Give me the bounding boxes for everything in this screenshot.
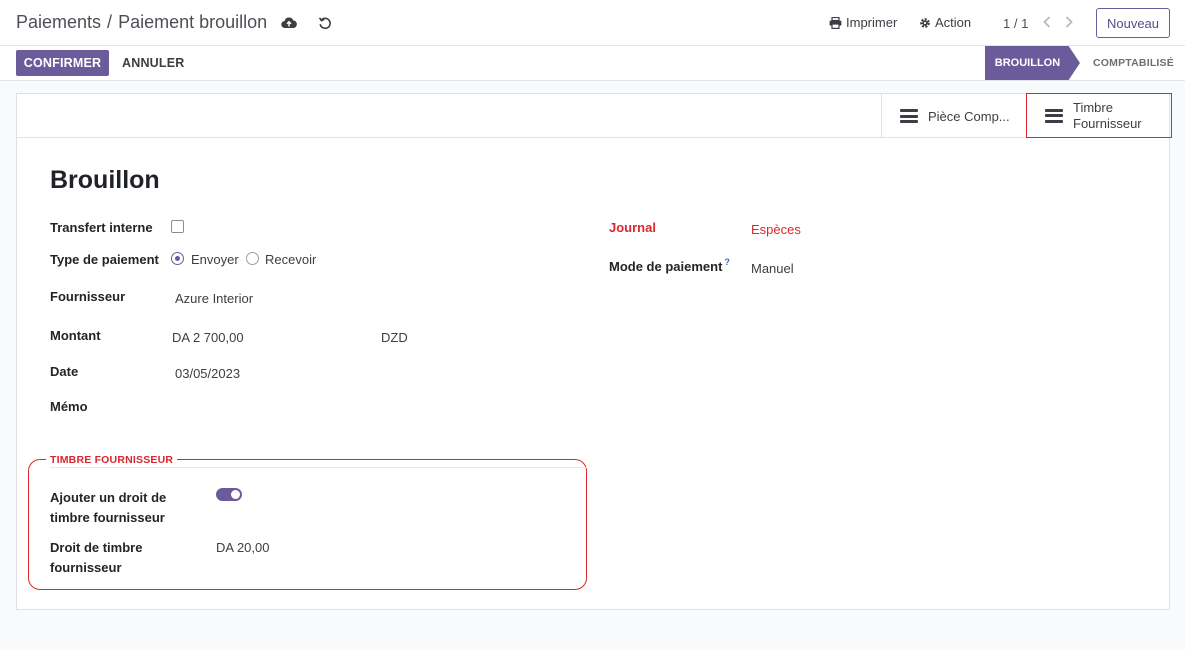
stamp-amount-label-line2: fournisseur <box>50 560 122 575</box>
cloud-save-icon[interactable] <box>280 14 298 32</box>
journal-field[interactable]: Espèces <box>751 222 801 237</box>
gear-icon <box>920 17 930 28</box>
bars-icon <box>1045 108 1063 123</box>
supplier-stamp-label: Timbre Fournisseur <box>1073 100 1142 132</box>
internal-transfer-label: Transfert interne <box>50 220 153 235</box>
journal-entry-smart-button[interactable]: Pièce Comp... <box>881 94 1026 138</box>
chevron-right-icon[interactable] <box>1063 14 1075 30</box>
smart-button-box: Pièce Comp... Timbre Fournisseur <box>17 93 1172 138</box>
bars-icon <box>900 109 918 123</box>
status-draft[interactable]: BROUILLON <box>985 46 1080 80</box>
form-sheet: Pièce Comp... Timbre Fournisseur Brouill… <box>16 93 1172 610</box>
group-divider <box>50 467 587 468</box>
confirm-button[interactable]: CONFIRMER <box>16 50 109 76</box>
breadcrumb: Paiements / Paiement brouillon <box>16 12 267 33</box>
new-button[interactable]: Nouveau <box>1096 8 1170 38</box>
add-stamp-label: Ajouter un droit de timbre fournisseur <box>50 488 166 528</box>
stamp-amount-field[interactable]: DA 20,00 <box>216 540 270 555</box>
supplier-stamp-group-title: TIMBRE FOURNISSEUR <box>46 454 178 466</box>
action-label: Action <box>935 15 972 30</box>
breadcrumb-parent-link[interactable]: Paiements <box>16 12 101 33</box>
record-title: Brouillon <box>50 166 160 194</box>
printer-icon <box>829 16 842 29</box>
add-stamp-toggle[interactable] <box>216 488 242 501</box>
add-stamp-label-line2: timbre fournisseur <box>50 510 165 525</box>
discard-undo-icon[interactable] <box>316 14 334 32</box>
stamp-amount-label-line1: Droit de timbre <box>50 540 143 555</box>
date-label: Date <box>50 364 79 379</box>
supplier-stamp-label-line2: Fournisseur <box>1073 115 1142 131</box>
partner-field[interactable]: Azure Interior <box>175 291 253 306</box>
payment-method-field[interactable]: Manuel <box>751 261 794 276</box>
journal-entry-label: Pièce Comp... <box>928 108 1010 124</box>
pager-value[interactable]: 1 / 1 <box>1003 16 1028 31</box>
payment-method-label-text: Mode de paiement <box>609 259 723 274</box>
add-stamp-label-line1: Ajouter un droit de <box>50 490 167 505</box>
journal-label: Journal <box>609 220 656 235</box>
print-button[interactable]: Imprimer <box>829 15 897 30</box>
cancel-button[interactable]: ANNULER <box>122 56 185 70</box>
amount-label: Montant <box>50 328 101 343</box>
internal-transfer-checkbox[interactable] <box>171 220 184 233</box>
memo-label: Mémo <box>50 399 88 414</box>
chevron-left-icon[interactable] <box>1041 14 1053 30</box>
stamp-amount-label: Droit de timbre fournisseur <box>50 538 142 578</box>
status-bar: CONFIRMER ANNULER BROUILLON COMPTABILISÉ <box>0 46 1185 81</box>
payment-method-label: Mode de paiement? <box>609 257 730 274</box>
control-panel: Paiements / Paiement brouillon Imprimer … <box>0 0 1185 46</box>
payment-type-send-label[interactable]: Envoyer <box>191 252 239 267</box>
supplier-stamp-label-line1: Timbre <box>1073 99 1113 115</box>
action-button[interactable]: Action <box>919 15 971 30</box>
partner-label: Fournisseur <box>50 289 126 304</box>
amount-field[interactable]: DA 2 700,00 <box>172 330 244 345</box>
date-field[interactable]: 03/05/2023 <box>175 366 240 381</box>
breadcrumb-current: Paiement brouillon <box>118 12 268 32</box>
payment-type-label: Type de paiement <box>50 252 159 267</box>
payment-type-receive-label[interactable]: Recevoir <box>265 252 316 267</box>
print-label: Imprimer <box>846 15 898 30</box>
supplier-stamp-smart-button[interactable]: Timbre Fournisseur <box>1026 93 1172 138</box>
currency-field[interactable]: DZD <box>381 330 408 345</box>
status-posted[interactable]: COMPTABILISÉ <box>1093 57 1174 69</box>
payment-type-send-radio[interactable] <box>171 252 184 265</box>
help-icon[interactable]: ? <box>724 257 730 267</box>
breadcrumb-separator: / <box>107 12 113 32</box>
payment-type-receive-radio[interactable] <box>246 252 259 265</box>
